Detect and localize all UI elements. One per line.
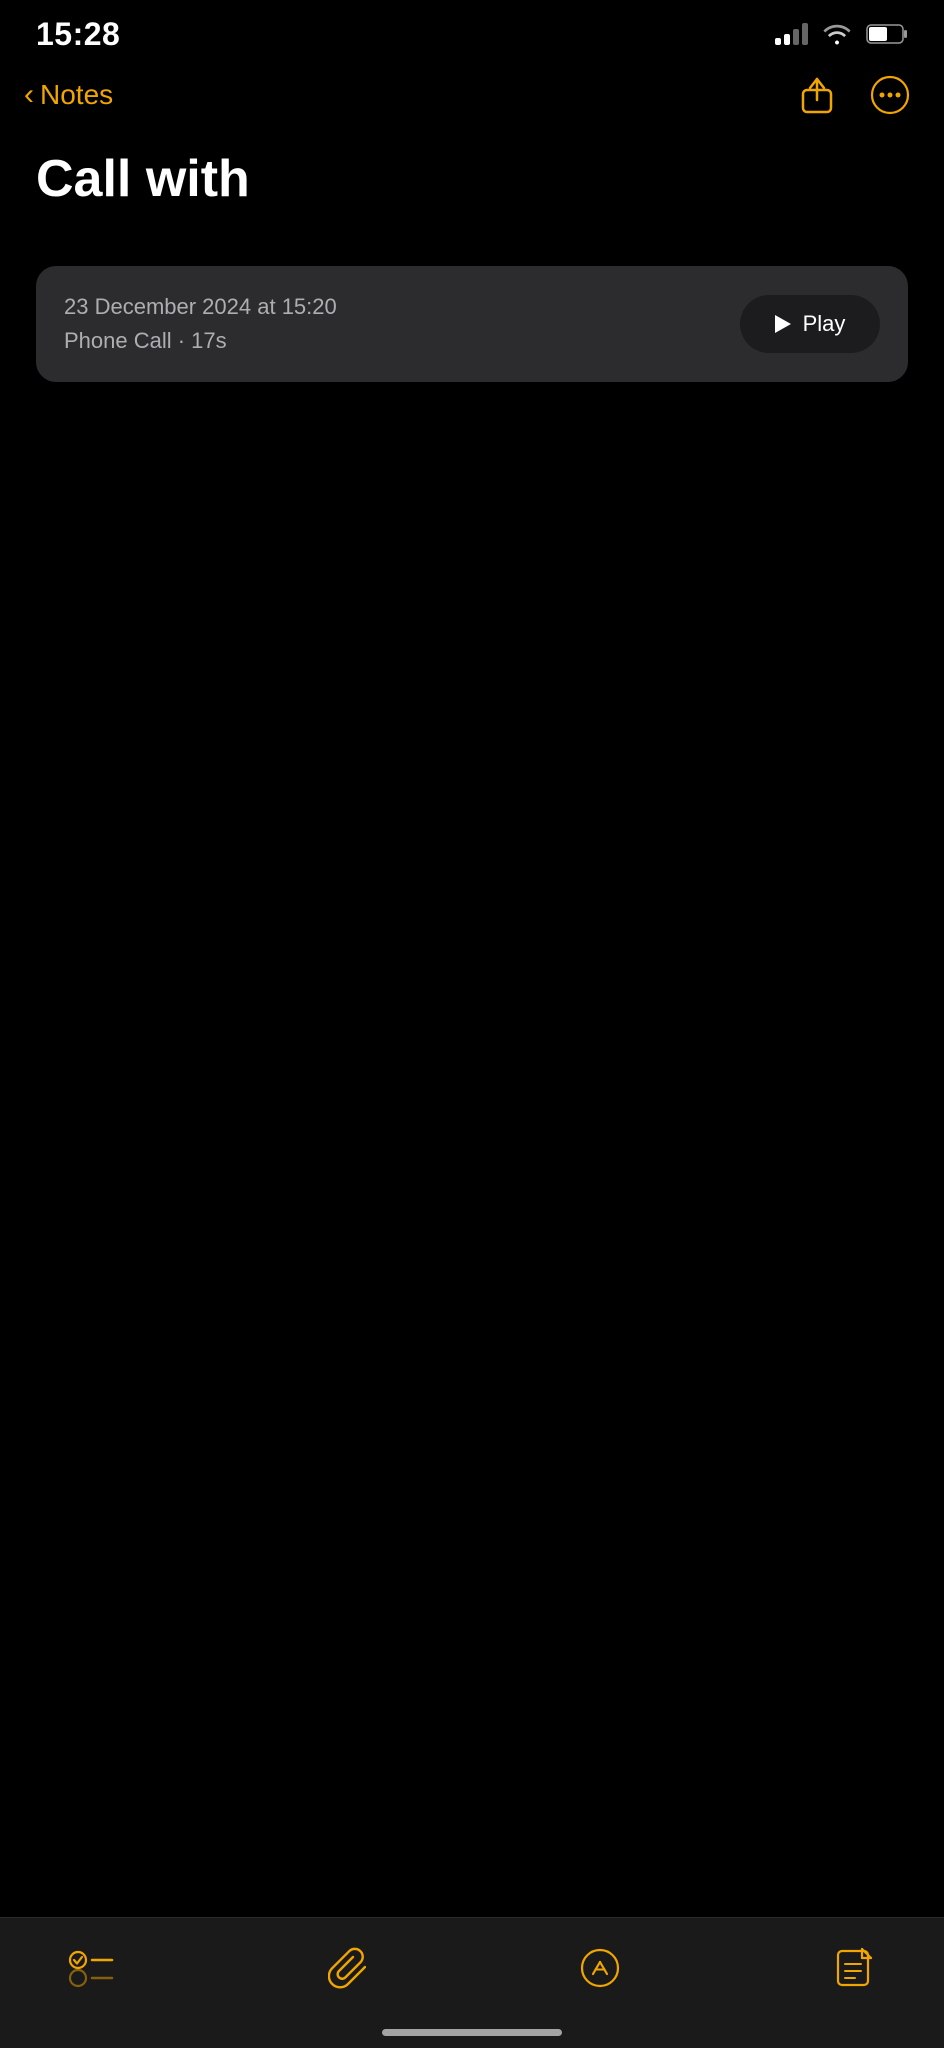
more-options-icon <box>870 75 910 115</box>
wifi-icon <box>822 23 852 45</box>
new-note-icon <box>834 1947 876 1989</box>
audio-card: 23 December 2024 at 15:20 Phone Call · 1… <box>36 266 908 382</box>
back-chevron-icon: ‹ <box>24 78 34 112</box>
play-button[interactable]: Play <box>740 295 880 353</box>
battery-icon <box>866 23 908 45</box>
nav-actions <box>796 71 914 119</box>
audio-meta: Phone Call · 17s <box>64 328 337 354</box>
compose-icon <box>580 1948 620 1988</box>
compose-button[interactable] <box>572 1940 628 1996</box>
back-label: Notes <box>40 79 113 111</box>
new-note-button[interactable] <box>826 1939 884 1997</box>
share-button[interactable] <box>796 72 838 118</box>
back-button[interactable]: ‹ Notes <box>24 78 113 112</box>
checklist-button[interactable] <box>60 1940 122 1996</box>
more-options-button[interactable] <box>866 71 914 119</box>
attachment-icon <box>328 1946 366 1990</box>
play-icon <box>775 315 791 333</box>
checklist-icon <box>68 1948 114 1988</box>
signal-icon <box>775 23 808 45</box>
audio-info: 23 December 2024 at 15:20 Phone Call · 1… <box>64 294 337 354</box>
share-icon <box>800 76 834 114</box>
status-time: 15:28 <box>36 16 120 53</box>
note-title: Call with <box>0 130 944 226</box>
audio-date: 23 December 2024 at 15:20 <box>64 294 337 320</box>
play-label: Play <box>803 311 846 337</box>
nav-bar: ‹ Notes <box>0 60 944 130</box>
status-icons <box>775 23 908 45</box>
attachment-button[interactable] <box>320 1938 374 1998</box>
status-bar: 15:28 <box>0 0 944 60</box>
home-indicator <box>382 2029 562 2036</box>
